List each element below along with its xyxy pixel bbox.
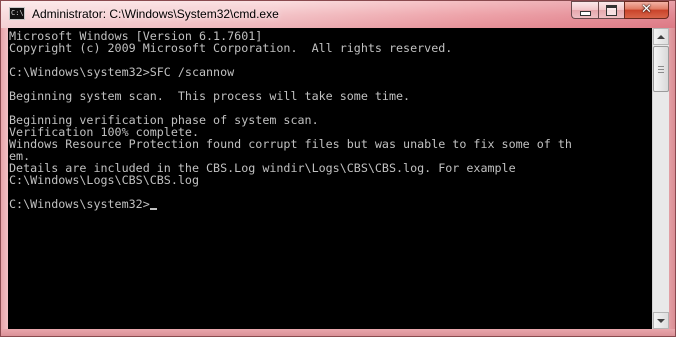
- console-output[interactable]: Microsoft Windows [Version 6.1.7601] Cop…: [8, 28, 652, 329]
- thumb-grip-icon: [658, 72, 664, 73]
- maximize-icon: [606, 4, 617, 16]
- console-line: C:\Windows\system32>SFC /scannow: [9, 65, 235, 79]
- console-text: Microsoft Windows [Version 6.1.7601] Cop…: [8, 28, 652, 210]
- cmd-icon-text: C:\: [11, 9, 24, 17]
- close-button[interactable]: ✕: [624, 1, 669, 19]
- thumb-grip-icon: [658, 69, 664, 70]
- console-line: C:\Windows\Logs\CBS\CBS.log: [9, 173, 199, 187]
- caption-buttons: ✕: [571, 1, 669, 21]
- console-line: Copyright (c) 2009 Microsoft Corporation…: [9, 41, 453, 55]
- console-line: Beginning system scan. This process will…: [9, 89, 411, 103]
- cmd-icon[interactable]: C:\: [9, 7, 25, 20]
- scrollbar-thumb[interactable]: [653, 46, 669, 92]
- maximize-button[interactable]: [598, 1, 624, 19]
- console-line: Windows Resource Protection found corrup…: [9, 137, 572, 151]
- scroll-up-arrow-icon: [657, 34, 665, 39]
- title-bar[interactable]: C:\ Administrator: C:\Windows\System32\c…: [1, 1, 675, 28]
- window-frame-bottom: [1, 329, 675, 336]
- scroll-up-button[interactable]: [653, 28, 669, 45]
- minimize-button[interactable]: [571, 1, 598, 19]
- console-prompt: C:\Windows\system32>: [9, 197, 150, 211]
- window-title: Administrator: C:\Windows\System32\cmd.e…: [32, 7, 279, 21]
- thumb-grip-icon: [658, 66, 664, 67]
- window-frame-right: [669, 28, 675, 336]
- scroll-down-button[interactable]: [653, 312, 669, 329]
- minimize-icon: [579, 11, 591, 16]
- vertical-scrollbar[interactable]: [652, 28, 669, 329]
- cmd-window: C:\ Administrator: C:\Windows\System32\c…: [0, 0, 676, 337]
- window-frame-left: [1, 28, 8, 336]
- close-icon: ✕: [641, 2, 652, 17]
- scroll-down-arrow-icon: [657, 318, 665, 323]
- text-cursor: [149, 208, 157, 210]
